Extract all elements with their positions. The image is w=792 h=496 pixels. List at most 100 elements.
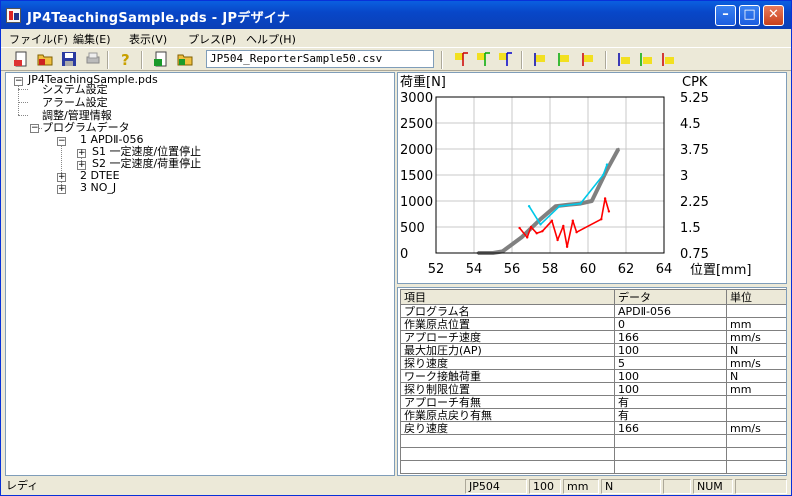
menu-edit[interactable]: 編集(E) — [73, 31, 111, 47]
table-row[interactable]: 作業原点位置 0 mm — [400, 317, 786, 331]
cell-item[interactable]: 作業原点位置 — [400, 317, 615, 331]
table-row[interactable]: 戻り速度 166 mm/s — [400, 421, 786, 435]
table-row[interactable] — [400, 434, 786, 448]
cell-data[interactable]: 100 — [614, 382, 727, 396]
status-ready: レディ — [6, 479, 39, 492]
cell-unit[interactable] — [726, 434, 786, 448]
table-row[interactable]: プログラム名 APDⅡ-056 — [400, 304, 786, 318]
csv-file-field[interactable]: JP504_ReporterSample50.csv — [206, 50, 434, 68]
title-bar[interactable]: JP4TeachingSample.pds - JPデザイナ – □ ✕ — [1, 1, 791, 29]
cell-unit[interactable] — [726, 460, 786, 474]
close-button[interactable]: ✕ — [763, 5, 784, 26]
table-row[interactable] — [400, 447, 786, 461]
cell-item[interactable]: 作業原点戻り有無 — [400, 408, 615, 422]
graph-view-6-icon[interactable] — [581, 51, 597, 67]
maximize-button[interactable]: □ — [739, 5, 760, 26]
cell-unit[interactable] — [726, 395, 786, 409]
graph-view-5-icon[interactable] — [557, 51, 573, 67]
table-row[interactable]: アプローチ有無有 — [400, 395, 786, 409]
tree-item-alarm-settings[interactable]: アラーム設定 — [42, 96, 108, 110]
cell-data[interactable]: 0 — [614, 317, 727, 331]
cell-unit[interactable]: mm/s — [726, 356, 786, 370]
cell-unit[interactable]: mm/s — [726, 330, 786, 344]
cell-item[interactable]: ワーク接触荷重 — [400, 369, 615, 383]
cell-data[interactable]: 有 — [614, 408, 727, 422]
cell-item[interactable]: 探り制限位置 — [400, 382, 615, 396]
cell-data[interactable]: APDⅡ-056 — [614, 304, 727, 318]
cell-unit[interactable]: mm — [726, 317, 786, 331]
cell-item[interactable]: プログラム名 — [400, 304, 615, 318]
column-header-data[interactable]: データ — [614, 289, 727, 305]
close-icon: ✕ — [768, 7, 779, 22]
cell-unit[interactable]: mm/s — [726, 421, 786, 435]
graph-view-3-icon[interactable] — [497, 51, 513, 67]
cell-item[interactable] — [400, 434, 615, 448]
graph-view-9-icon[interactable] — [661, 51, 677, 67]
new-csv-icon[interactable] — [153, 51, 169, 67]
tree-expand-toggle[interactable]: + — [77, 149, 86, 158]
help-icon[interactable]: ? — [117, 51, 133, 67]
cell-data[interactable]: 有 — [614, 395, 727, 409]
save-icon[interactable] — [61, 51, 77, 67]
cell-unit[interactable]: N — [726, 369, 786, 383]
new-file-icon[interactable] — [13, 51, 29, 67]
menu-press[interactable]: プレス(P) — [188, 31, 236, 47]
cell-unit[interactable] — [726, 304, 786, 318]
tree-collapse-toggle[interactable]: − — [57, 137, 66, 146]
graph-view-2-icon[interactable] — [475, 51, 491, 67]
table-row[interactable] — [400, 460, 786, 474]
print-icon[interactable] — [85, 51, 101, 67]
cell-data[interactable]: 100 — [614, 369, 727, 383]
table-row[interactable]: 最大加圧力(AP) 100 N — [400, 343, 786, 357]
column-header-unit[interactable]: 単位 — [726, 289, 786, 305]
open-folder-icon[interactable] — [37, 51, 53, 67]
menu-file[interactable]: ファイル(F) — [9, 31, 68, 47]
cell-item[interactable] — [400, 447, 615, 461]
open-csv-icon[interactable] — [177, 51, 193, 67]
chart-y2-tick-label: 1.5 — [680, 221, 701, 236]
table-row[interactable]: アプローチ速度 166 mm/s — [400, 330, 786, 344]
cell-item[interactable]: アプローチ有無 — [400, 395, 615, 409]
cell-item[interactable]: アプローチ速度 — [400, 330, 615, 344]
toolbar-separator — [441, 51, 443, 69]
cell-item[interactable]: 探り速度 — [400, 356, 615, 370]
chart-data-point — [562, 224, 565, 228]
tree-collapse-toggle[interactable]: − — [30, 124, 39, 133]
graph-view-7-icon[interactable] — [617, 51, 633, 67]
cell-data[interactable] — [614, 447, 727, 461]
tree-item-system-settings[interactable]: システム設定 — [42, 83, 108, 97]
menu-help[interactable]: ヘルプ(H) — [246, 31, 296, 47]
cell-data[interactable] — [614, 460, 727, 474]
tree-expand-toggle[interactable]: + — [57, 173, 66, 182]
tree-collapse-toggle[interactable]: − — [14, 77, 23, 86]
graph-view-8-icon[interactable] — [639, 51, 655, 67]
cell-data[interactable]: 166 — [614, 421, 727, 435]
graph-view-4-icon[interactable] — [533, 51, 549, 67]
property-grid[interactable]: 項目 データ 単位 プログラム名 APDⅡ-056 作業原点位置 0 mm アプローチ速度… — [397, 287, 787, 476]
cell-unit[interactable] — [726, 447, 786, 461]
cell-item[interactable]: 最大加圧力(AP) — [400, 343, 615, 357]
table-row[interactable]: 探り制限位置 100 mm — [400, 382, 786, 396]
cell-data[interactable]: 100 — [614, 343, 727, 357]
chart-y-tick-label: 2000 — [400, 143, 433, 158]
graph-view-1-icon[interactable] — [453, 51, 469, 67]
menu-view[interactable]: 表示(V) — [129, 31, 167, 47]
tree-expand-toggle[interactable]: + — [57, 185, 66, 194]
cell-data[interactable] — [614, 434, 727, 448]
chart-ylabel: 荷重[N] — [400, 74, 446, 90]
tree-item-program-3[interactable]: 3 NO_J — [80, 181, 116, 195]
cell-data[interactable]: 5 — [614, 356, 727, 370]
column-header-item[interactable]: 項目 — [400, 289, 615, 305]
app-icon[interactable] — [6, 8, 21, 23]
program-tree[interactable]: − JP4TeachingSample.pds システム設定 アラーム設定 調整… — [5, 72, 395, 476]
cell-item[interactable]: 戻り速度 — [400, 421, 615, 435]
cell-unit[interactable]: mm — [726, 382, 786, 396]
cell-unit[interactable] — [726, 408, 786, 422]
minimize-button[interactable]: – — [715, 5, 736, 26]
table-row[interactable]: 探り速度 5 mm/s — [400, 356, 786, 370]
table-row[interactable]: 作業原点戻り有無有 — [400, 408, 786, 422]
cell-data[interactable]: 166 — [614, 330, 727, 344]
cell-item[interactable] — [400, 460, 615, 474]
cell-unit[interactable]: N — [726, 343, 786, 357]
table-row[interactable]: ワーク接触荷重 100 N — [400, 369, 786, 383]
